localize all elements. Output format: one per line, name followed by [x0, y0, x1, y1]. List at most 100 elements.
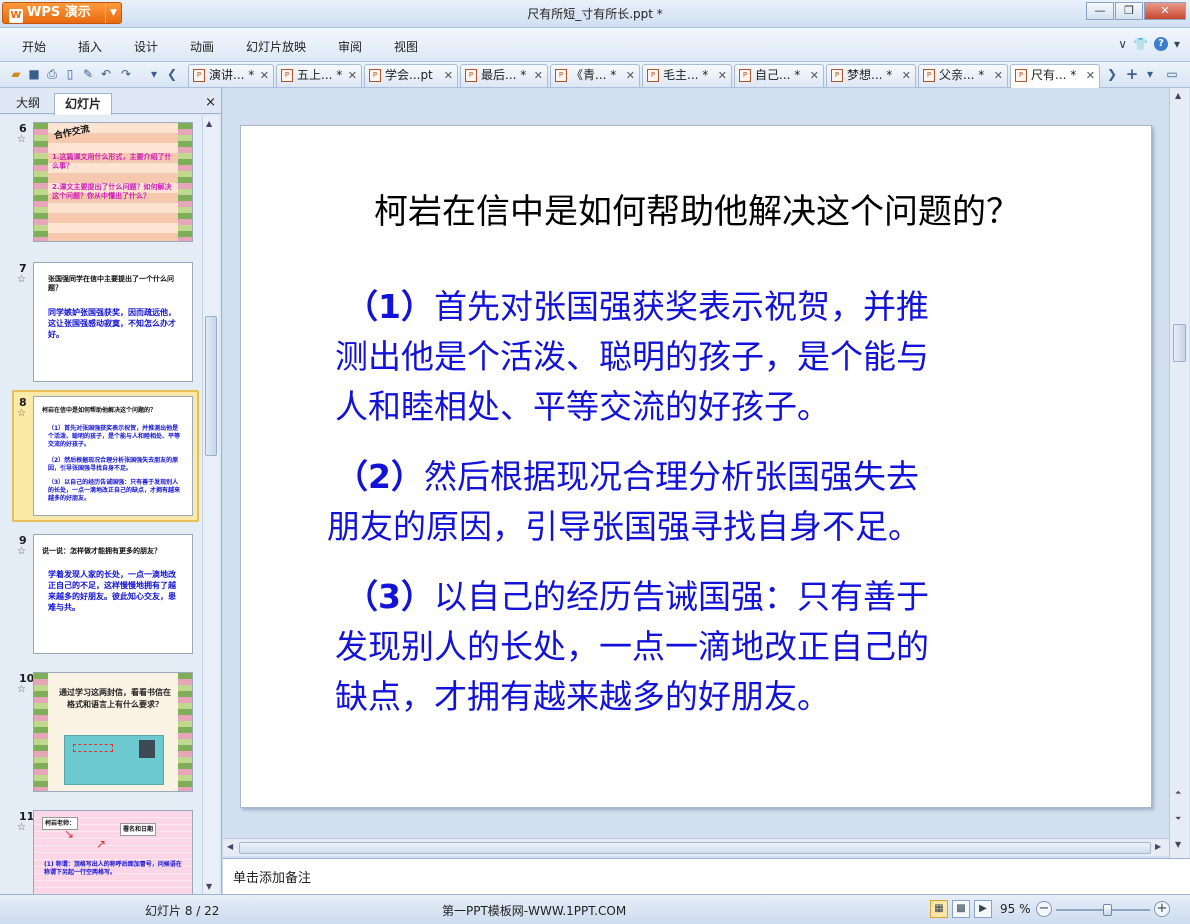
tab-close-icon[interactable]: ✕	[534, 65, 543, 86]
tabs-scroll-left-icon[interactable]: ❮	[164, 66, 180, 82]
normal-view-icon[interactable]: ▦	[930, 900, 948, 918]
tab-close-icon[interactable]: ✕	[810, 65, 819, 86]
star-icon: ☆	[17, 274, 26, 285]
slide-text: （2）然后根据现况合理分析张国强失去朋友的原因，引导张国强寻找自身不足。	[48, 457, 179, 472]
slide-paragraph-2[interactable]: （2）然后根据现况合理分析张国强失去 朋友的原因，引导张国强寻找自身不足。	[327, 452, 921, 552]
doc-tab[interactable]: P 毛主... * ✕	[642, 64, 732, 87]
tab-list-icon[interactable]: ▭	[1164, 66, 1180, 82]
menu-review[interactable]: 审阅	[338, 38, 362, 55]
scroll-right-icon[interactable]: ▶	[1155, 842, 1161, 851]
scroll-thumb[interactable]	[239, 842, 1151, 854]
chevron-down-icon[interactable]: ▾	[1142, 66, 1158, 82]
doc-tab[interactable]: P 梦想... * ✕	[826, 64, 916, 87]
ppt-file-icon: P	[647, 69, 659, 82]
help-icon[interactable]: ?	[1153, 37, 1168, 51]
slide-title[interactable]: 柯岩在信中是如何帮助他解决这个问题的？	[241, 184, 1153, 233]
tab-label: 最后... *	[481, 68, 527, 82]
doc-tab[interactable]: P 五上... * ✕	[276, 64, 362, 87]
restore-button[interactable]: ❐	[1115, 2, 1143, 20]
slideshow-icon[interactable]: ▶	[974, 900, 992, 918]
scroll-down-icon[interactable]: ▼	[206, 882, 212, 891]
toolbar-dropdown-icon[interactable]: ▾	[146, 66, 162, 82]
minimize-button[interactable]: —	[1086, 2, 1114, 20]
ppt-file-icon: P	[923, 69, 935, 82]
tab-close-icon[interactable]: ✕	[902, 65, 911, 86]
slide-text: 署名和日期	[120, 823, 157, 836]
tab-close-icon[interactable]: ✕	[718, 65, 727, 86]
slide-sorter-icon[interactable]: ▩	[952, 900, 970, 918]
menu-insert[interactable]: 插入	[78, 38, 102, 55]
doc-tab-active[interactable]: P 尺有... * ✕	[1010, 64, 1100, 88]
ppt-file-icon: P	[465, 69, 477, 82]
tab-close-icon[interactable]: ✕	[994, 65, 1003, 86]
doc-tab[interactable]: P 自己... * ✕	[734, 64, 824, 87]
tab-outline[interactable]: 大纲	[6, 93, 50, 115]
paragraph-number: （3）	[345, 577, 434, 616]
tab-close-icon[interactable]: ✕	[1086, 65, 1095, 86]
menu-animation[interactable]: 动画	[190, 38, 214, 55]
chevron-down-icon[interactable]: ▾	[1174, 37, 1180, 51]
tab-label: 梦想... *	[847, 68, 893, 82]
previous-slide-icon[interactable]: ⏶	[1175, 788, 1181, 798]
paragraph-number: （1）	[345, 287, 434, 326]
paragraph-line: 首先对张国强获奖表示祝贺，并推	[433, 287, 929, 326]
chevron-down-icon[interactable]: ∨	[1118, 37, 1127, 51]
tab-close-icon[interactable]: ✕	[626, 65, 635, 86]
slide-text: （3）以自己的经历告诫国强：只有善于发现别人的长处，一点一滴地改正自己的缺点，才…	[48, 479, 181, 502]
slide-title: 说一说：怎样做才能拥有更多的朋友？	[42, 547, 161, 555]
new-tab-icon[interactable]: +	[1124, 66, 1140, 82]
scroll-up-icon[interactable]: ▲	[206, 119, 212, 128]
slide-paragraph-1[interactable]: （1）首先对张国强获奖表示祝贺，并推 测出他是个活泼、聪明的孩子，是个能与 人和…	[335, 282, 929, 432]
vertical-scrollbar[interactable]: ▲ ⏶ ⏷ ▼	[1169, 88, 1189, 858]
scroll-left-icon[interactable]: ◀	[227, 842, 233, 851]
doc-tab[interactable]: P 最后... * ✕	[460, 64, 548, 87]
slide-paragraph-3[interactable]: （3）以自己的经历告诫国强：只有善于 发现别人的长处，一点一滴地改正自己的 缺点…	[335, 572, 929, 722]
scroll-thumb[interactable]	[205, 316, 217, 456]
paragraph-line: 测出他是个活泼、聪明的孩子，是个能与	[335, 337, 929, 376]
menu-home[interactable]: 开始	[22, 38, 46, 55]
doc-tab[interactable]: P 父亲... * ✕	[918, 64, 1008, 87]
scroll-up-icon[interactable]: ▲	[1175, 91, 1181, 100]
zoom-out-button[interactable]: −	[1036, 901, 1052, 917]
close-button[interactable]: ✕	[1144, 2, 1186, 20]
thumbnail-scrollbar[interactable]: ▲ ▼	[202, 116, 219, 894]
tab-label: 尺有... *	[1031, 68, 1077, 82]
tab-slides[interactable]: 幻灯片	[54, 93, 113, 115]
scroll-down-icon[interactable]: ▼	[1175, 840, 1181, 849]
open-folder-icon[interactable]: ▰	[8, 66, 24, 82]
scroll-thumb[interactable]	[1173, 324, 1186, 362]
menu-view[interactable]: 视图	[394, 38, 418, 55]
doc-tab[interactable]: P 《青... * ✕	[550, 64, 640, 87]
next-slide-icon[interactable]: ⏷	[1175, 814, 1181, 824]
slide-canvas[interactable]: 柯岩在信中是如何帮助他解决这个问题的？ （1）首先对张国强获奖表示祝贺，并推 测…	[240, 125, 1152, 808]
notes-placeholder[interactable]: 单击添加备注	[233, 867, 311, 886]
doc-tab[interactable]: P 演讲... * ✕	[188, 64, 274, 87]
doc-tab[interactable]: P 学会...pt ✕	[364, 64, 458, 87]
close-icon[interactable]: ×	[205, 95, 216, 110]
tab-close-icon[interactable]: ✕	[348, 65, 357, 86]
tab-label: 五上... *	[297, 68, 343, 82]
slide-preview: 柯岩老师： 署名和日期 ↘ ↗ (1) 称谓：顶格写出人的称呼后面加冒号，问候语…	[33, 810, 193, 894]
tab-label: 演讲... *	[209, 68, 255, 82]
format-painter-icon[interactable]: ✎	[80, 66, 96, 82]
print-icon[interactable]: ⎙	[44, 66, 60, 82]
tab-label: 父亲... *	[939, 68, 985, 82]
horizontal-scrollbar[interactable]: ◀ ▶	[223, 838, 1169, 856]
notes-pane[interactable]: 单击添加备注	[223, 858, 1190, 894]
menu-slideshow[interactable]: 幻灯片放映	[246, 38, 306, 55]
skin-shirt-icon[interactable]: 👕	[1133, 37, 1148, 51]
undo-icon[interactable]: ↶	[98, 66, 114, 82]
print-preview-icon[interactable]: ▯	[62, 66, 78, 82]
zoom-in-button[interactable]: +	[1154, 901, 1170, 917]
menu-design[interactable]: 设计	[134, 38, 158, 55]
zoom-slider-knob[interactable]	[1102, 904, 1112, 916]
tabs-scroll-right-icon[interactable]: ❯	[1104, 66, 1120, 82]
tab-close-icon[interactable]: ✕	[444, 65, 453, 86]
star-icon: ☆	[17, 408, 26, 419]
zoom-level[interactable]: 95 %	[1000, 902, 1031, 916]
slide-text: 学着发现人家的长处，一点一滴地改正自己的不足，这样慢慢地拥有了越来越多的好朋友。…	[48, 570, 176, 612]
save-icon[interactable]: ■	[26, 66, 42, 82]
tab-close-icon[interactable]: ✕	[260, 65, 269, 86]
redo-icon[interactable]: ↷	[118, 66, 134, 82]
menu-bar: 开始 插入 设计 动画 幻灯片放映 审阅 视图 ∨ 👕 ? ▾	[0, 28, 1190, 62]
